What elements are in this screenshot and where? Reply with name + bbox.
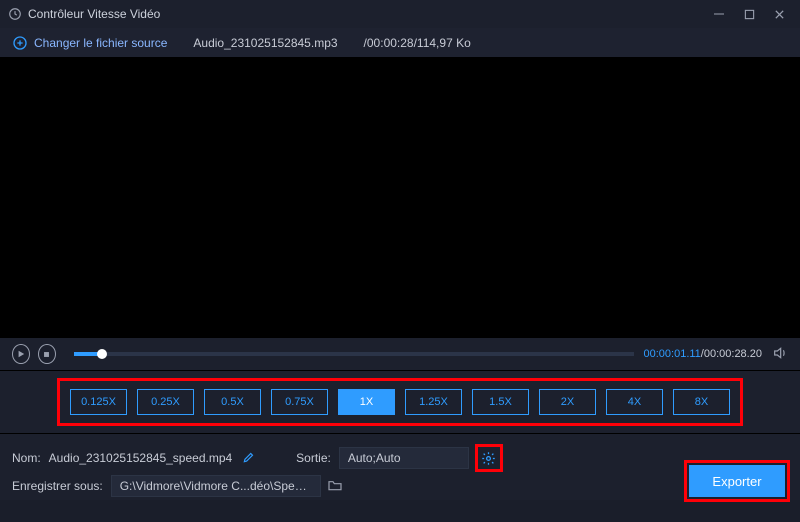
saveto-label: Enregistrer sous: — [12, 479, 103, 493]
maximize-button[interactable] — [736, 4, 762, 24]
source-filename: Audio_231025152845.mp3 — [193, 36, 337, 50]
format-label: Sortie: — [296, 451, 331, 465]
seek-slider[interactable] — [74, 352, 634, 356]
export-highlight: Exporter — [684, 460, 790, 502]
speed-0.25x[interactable]: 0.25X — [137, 389, 194, 415]
stop-button[interactable] — [38, 344, 56, 364]
video-preview — [0, 58, 800, 338]
output-settings-button[interactable] — [479, 448, 499, 468]
speed-panel: 0.125X 0.25X 0.5X 0.75X 1X 1.25X 1.5X 2X 4X 8X — [0, 370, 800, 434]
speed-4x[interactable]: 4X — [606, 389, 663, 415]
change-source-button[interactable]: Changer le fichier source — [12, 35, 167, 51]
titlebar: Contrôleur Vitesse Vidéo — [0, 0, 800, 28]
speed-2x[interactable]: 2X — [539, 389, 596, 415]
time-total: 00:00:28.20 — [704, 348, 762, 360]
app-icon — [8, 7, 22, 21]
bottom-panel: Nom: Audio_231025152845_speed.mp4 Sortie… — [0, 434, 800, 500]
saveto-path[interactable]: G:\Vidmore\Vidmore C...déo\Speed Control… — [111, 475, 321, 497]
speed-1.25x[interactable]: 1.25X — [405, 389, 462, 415]
source-meta: /00:00:28/114,97 Ko — [364, 36, 471, 50]
speed-8x[interactable]: 8X — [673, 389, 730, 415]
close-button[interactable] — [766, 4, 792, 24]
speed-buttons-highlight: 0.125X 0.25X 0.5X 0.75X 1X 1.25X 1.5X 2X 4X 8X — [57, 378, 743, 426]
source-bar: Changer le fichier source Audio_23102515… — [0, 28, 800, 58]
settings-highlight — [475, 444, 503, 472]
speed-0.125x[interactable]: 0.125X — [70, 389, 127, 415]
output-name-value: Audio_231025152845_speed.mp4 — [49, 448, 233, 468]
browse-folder-button[interactable] — [327, 478, 343, 495]
transport-bar: 00:00:01.11 / 00:00:28.20 — [0, 338, 800, 370]
speed-0.5x[interactable]: 0.5X — [204, 389, 261, 415]
volume-button[interactable] — [772, 345, 788, 364]
time-current: 00:00:01.11 — [644, 348, 701, 360]
speed-1.5x[interactable]: 1.5X — [472, 389, 529, 415]
format-value[interactable]: Auto;Auto — [339, 447, 469, 469]
change-source-label: Changer le fichier source — [34, 36, 167, 50]
speed-0.75x[interactable]: 0.75X — [271, 389, 328, 415]
play-button[interactable] — [12, 344, 30, 364]
window-title: Contrôleur Vitesse Vidéo — [28, 7, 160, 21]
seek-thumb[interactable] — [97, 349, 107, 359]
name-label: Nom: — [12, 451, 41, 465]
export-button[interactable]: Exporter — [689, 465, 785, 497]
speed-1x[interactable]: 1X — [338, 389, 395, 415]
edit-name-button[interactable] — [242, 450, 256, 467]
minimize-button[interactable] — [706, 4, 732, 24]
